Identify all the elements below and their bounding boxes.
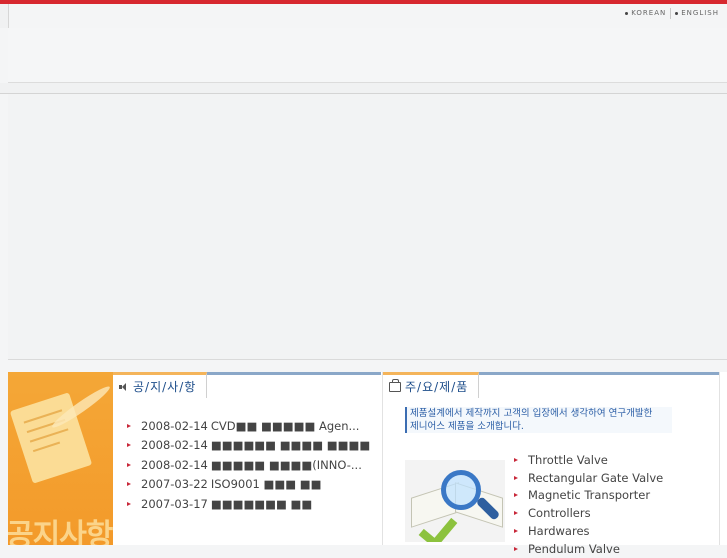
product-label: Magnetic Transporter <box>528 488 651 503</box>
notice-item[interactable]: 2008-02-14 CVD■■ ■■■■■ Agen... <box>127 416 370 436</box>
magnifier-book-image[interactable] <box>405 460 505 542</box>
lang-korean-link[interactable]: KOREAN <box>621 9 670 17</box>
arrow-bullet-icon <box>514 546 518 551</box>
magnifier-icon <box>441 470 481 510</box>
notice-item[interactable]: 2008-02-14 ■■■■■ ■■■■(INNO-... <box>127 455 370 475</box>
speaker-icon <box>119 382 129 392</box>
notice-item[interactable]: 2007-03-17 ■■■■■■■ ■■ <box>127 494 370 514</box>
arrow-bullet-icon <box>127 501 131 506</box>
products-title: 주/요/제/품 <box>405 380 469 394</box>
bullet-icon <box>625 11 629 15</box>
product-label: Throttle Valve <box>528 452 608 467</box>
lang-english-link[interactable]: ENGLISH <box>671 9 723 17</box>
notice-date: 2008-02-14 <box>141 418 208 433</box>
product-list: Throttle Valve Rectangular Gate Valve Ma… <box>514 451 663 558</box>
notice-date: 2008-02-14 <box>141 457 208 472</box>
intro-line-2: 제니어스 제품을 소개합니다. <box>410 421 524 432</box>
notice-tabbar: 공/지/사/항 <box>113 372 381 398</box>
arrow-bullet-icon <box>514 529 518 534</box>
products-tabbar: 주/요/제/품 <box>383 372 719 398</box>
notice-date: 2008-02-14 <box>141 438 208 453</box>
product-item[interactable]: Magnetic Transporter <box>514 487 663 505</box>
notice-text: CVD■■ ■■■■■ Agen... <box>210 418 360 433</box>
arrow-bullet-icon <box>127 462 131 467</box>
arrow-bullet-icon <box>127 482 131 487</box>
products-intro: 제품설계에서 제작까지 고객의 입장에서 생각하여 연구개발한 제니어스 제품을… <box>405 407 672 433</box>
product-item[interactable]: Hardwares <box>514 522 663 540</box>
product-label: Hardwares <box>528 524 590 539</box>
notice-tab[interactable]: 공/지/사/항 <box>113 372 208 398</box>
left-stub <box>0 4 9 28</box>
product-item[interactable]: Throttle Valve <box>514 451 663 469</box>
notice-text: ■■■■■ ■■■■(INNO-... <box>210 457 362 472</box>
lang-korean-label: KOREAN <box>631 9 667 17</box>
notice-text: ISO9001 ■■■ ■■ <box>210 477 322 492</box>
header-area <box>8 28 727 83</box>
arrow-bullet-icon <box>127 443 131 448</box>
products-tab[interactable]: 주/요/제/품 <box>383 372 480 398</box>
notice-title: 공/지/사/항 <box>133 380 197 394</box>
product-box-icon <box>389 378 401 392</box>
product-label: Pendulum Valve <box>528 541 620 556</box>
notice-side-image: 공지사항 <box>8 372 113 545</box>
arrow-bullet-icon <box>127 423 131 428</box>
arrow-bullet-icon <box>514 493 518 498</box>
intro-line-1: 제품설계에서 제작까지 고객의 입장에서 생각하여 연구개발한 <box>410 408 653 419</box>
language-switcher: KOREAN ENGLISH <box>621 6 723 20</box>
product-item[interactable]: Controllers <box>514 504 663 522</box>
content-area: 공지사항 공/지/사/항 2008-02-14 CVD■■ ■■■■■ Agen.… <box>8 372 727 556</box>
product-item[interactable]: Rectangular Gate Valve <box>514 469 663 487</box>
top-accent-bar <box>0 0 727 4</box>
notice-item[interactable]: 2008-02-14 ■■■■■■ ■■■■ ■■■■ <box>127 436 370 456</box>
notice-list: 2008-02-14 CVD■■ ■■■■■ Agen... 2008-02-14… <box>127 416 370 514</box>
side-big-text: 공지사항 <box>8 518 113 545</box>
notice-text: ■■■■■■ ■■■■ ■■■■ <box>210 438 371 453</box>
arrow-bullet-icon <box>514 457 518 462</box>
lang-english-label: ENGLISH <box>681 9 719 17</box>
bullet-icon <box>675 11 679 15</box>
product-item[interactable]: Pendulum Valve <box>514 540 663 558</box>
notice-date: 2007-03-22 <box>141 477 208 492</box>
notice-section: 공/지/사/항 2008-02-14 CVD■■ ■■■■■ Agen... 20… <box>113 372 381 545</box>
notice-item[interactable]: 2007-03-22 ISO9001 ■■■ ■■ <box>127 475 370 495</box>
arrow-bullet-icon <box>514 511 518 516</box>
product-label: Controllers <box>528 506 591 521</box>
arrow-bullet-icon <box>514 475 518 480</box>
products-section: 주/요/제/품 제품설계에서 제작까지 고객의 입장에서 생각하여 연구개발한 … <box>382 372 720 556</box>
main-visual <box>8 94 727 360</box>
nav-strip <box>0 83 727 94</box>
notice-text: ■■■■■■■ ■■ <box>210 496 313 511</box>
product-label: Rectangular Gate Valve <box>528 470 664 485</box>
notice-date: 2007-03-17 <box>141 496 208 511</box>
